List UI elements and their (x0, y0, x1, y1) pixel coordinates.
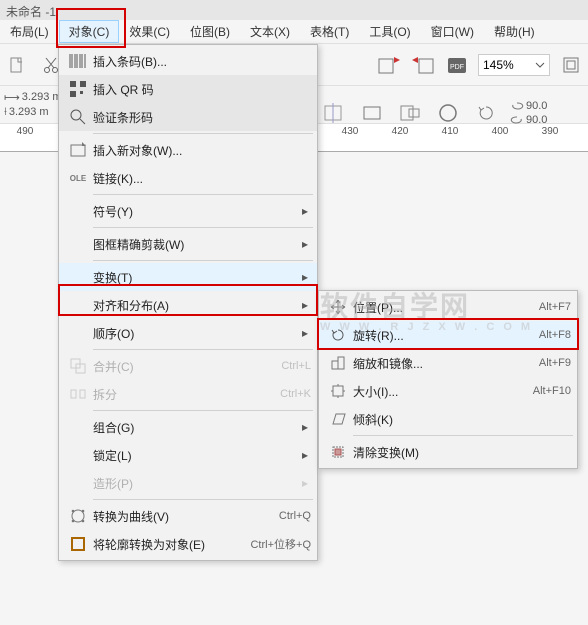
zoom-input[interactable] (483, 58, 535, 72)
outline-object-icon (63, 536, 93, 552)
refresh-icon[interactable] (472, 101, 500, 125)
height-icon: ⟊ (4, 105, 7, 119)
import-icon[interactable] (376, 52, 402, 78)
wrap-icon[interactable] (396, 101, 424, 125)
submenu-arrow-icon: ▸ (299, 327, 311, 339)
barcode-icon (63, 53, 93, 69)
menu-lock[interactable]: 锁定(L) ▸ (59, 441, 317, 469)
property-bar-right: 90.0 90.0 (320, 100, 547, 126)
menu-separator (93, 410, 313, 411)
menu-insert-new-object[interactable]: 插入新对象(W)... (59, 136, 317, 164)
menu-shape: 造形(P) ▸ (59, 469, 317, 497)
menu-align[interactable]: 对齐和分布(A) ▸ (59, 291, 317, 319)
dimension-readout: ⟼3.293 m ⟊3.293 m (4, 91, 64, 119)
qr-icon (63, 81, 93, 97)
zoom-combo[interactable] (478, 54, 550, 76)
menu-window[interactable]: 窗口(W) (421, 20, 484, 43)
menu-link[interactable]: OLE 链接(K)... (59, 164, 317, 192)
menu-transform[interactable]: 变换(T) ▸ (59, 263, 317, 291)
submenu-clear-transform[interactable]: 清除变换(M) (319, 438, 577, 466)
guideline-icon[interactable] (320, 101, 348, 125)
menu-object[interactable]: 对象(C) (59, 20, 120, 43)
submenu-arrow-icon: ▸ (299, 449, 311, 461)
ole-icon: OLE (63, 174, 93, 183)
menu-separator (93, 260, 313, 261)
convert-curve-icon (63, 508, 93, 524)
menu-separator (93, 349, 313, 350)
menu-tables[interactable]: 表格(T) (300, 20, 359, 43)
menu-convert-to-curve[interactable]: 转换为曲线(V) Ctrl+Q (59, 502, 317, 530)
ellipse-icon[interactable] (434, 101, 462, 125)
title-bar: 未命名 -1 (0, 0, 588, 20)
menu-validate-barcode[interactable]: 验证条形码 (59, 103, 317, 131)
menu-effects[interactable]: 效果(C) (119, 20, 180, 43)
split-icon (63, 386, 93, 402)
menu-layout[interactable]: 布局(L) (0, 20, 59, 43)
rotate-icon (323, 327, 353, 343)
menu-insert-qr[interactable]: 插入 QR 码 (59, 75, 317, 103)
size-icon (323, 383, 353, 399)
magnifier-icon (63, 109, 93, 125)
submenu-arrow-icon: ▸ (299, 299, 311, 311)
title-text: 未命名 -1 (6, 5, 56, 19)
submenu-arrow-icon: ▸ (299, 271, 311, 283)
menu-tools[interactable]: 工具(O) (359, 20, 420, 43)
submenu-arrow-icon: ▸ (299, 421, 311, 433)
menu-separator (93, 194, 313, 195)
submenu-position[interactable]: 位置(P)... Alt+F7 (319, 293, 577, 321)
submenu-arrow-icon: ▸ (299, 238, 311, 250)
menu-bitmap[interactable]: 位图(B) (180, 20, 240, 43)
new-doc-icon[interactable] (4, 52, 30, 78)
menu-separator (93, 133, 313, 134)
chevron-down-icon[interactable] (535, 60, 545, 70)
transform-submenu: 位置(P)... Alt+F7 旋转(R)... Alt+F8 缩放和镜像...… (318, 290, 578, 469)
submenu-arrow-icon: ▸ (299, 205, 311, 217)
menu-separator (353, 435, 573, 436)
insert-object-icon (63, 142, 93, 158)
menu-insert-barcode[interactable]: 插入条码(B)... (59, 47, 317, 75)
menu-help[interactable]: 帮助(H) (484, 20, 545, 43)
menu-bar: 布局(L) 对象(C) 效果(C) 位图(B) 文本(X) 表格(T) 工具(O… (0, 20, 588, 44)
submenu-skew[interactable]: 倾斜(K) (319, 405, 577, 433)
menu-outline-to-object[interactable]: 将轮廓转换为对象(E) Ctrl+位移+Q (59, 530, 317, 558)
clear-transform-icon (323, 444, 353, 460)
export-icon[interactable] (410, 52, 436, 78)
width-icon: ⟼ (4, 91, 20, 104)
object-dropdown: 插入条码(B)... 插入 QR 码 验证条形码 插入新对象(W)... OLE… (58, 44, 318, 561)
submenu-scale-mirror[interactable]: 缩放和镜像... Alt+F9 (319, 349, 577, 377)
snap-icon[interactable] (558, 52, 584, 78)
scale-icon (323, 355, 353, 371)
menu-split: 拆分 Ctrl+K (59, 380, 317, 408)
submenu-size[interactable]: 大小(I)... Alt+F10 (319, 377, 577, 405)
menu-separator (93, 499, 313, 500)
menu-symbol[interactable]: 符号(Y) ▸ (59, 197, 317, 225)
submenu-arrow-icon: ▸ (299, 477, 311, 489)
combine-icon (63, 358, 93, 374)
angle-x: 90.0 (526, 100, 547, 112)
angle-y: 90.0 (526, 114, 547, 126)
publish-pdf-icon[interactable]: PDF (444, 52, 470, 78)
menu-precise-crop[interactable]: 图框精确剪裁(W) ▸ (59, 230, 317, 258)
menu-combine: 合并(C) Ctrl+L (59, 352, 317, 380)
position-icon (323, 299, 353, 315)
menu-group[interactable]: 组合(G) ▸ (59, 413, 317, 441)
submenu-rotate[interactable]: 旋转(R)... Alt+F8 (319, 321, 577, 349)
rectangle-icon[interactable] (358, 101, 386, 125)
menu-order[interactable]: 顺序(O) ▸ (59, 319, 317, 347)
menu-separator (93, 227, 313, 228)
menu-text[interactable]: 文本(X) (240, 20, 300, 43)
skew-icon (323, 411, 353, 427)
svg-text:PDF: PDF (450, 64, 464, 71)
